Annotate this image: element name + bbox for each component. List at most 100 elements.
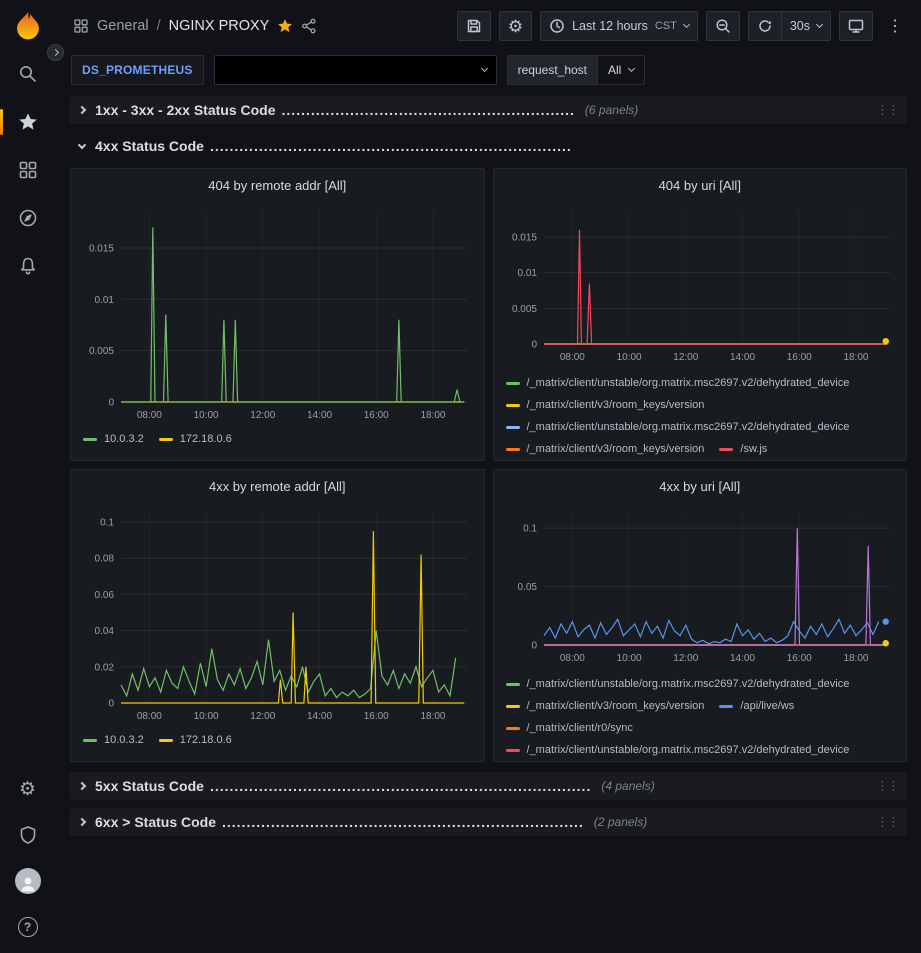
- user-profile-avatar[interactable]: [0, 865, 55, 897]
- dashboard-title[interactable]: NGINX PROXY: [169, 18, 270, 34]
- legend-swatch: [506, 683, 520, 686]
- svg-text:16:00: 16:00: [364, 711, 389, 722]
- request-host-label[interactable]: request_host: [507, 55, 598, 85]
- time-range-picker[interactable]: Last 12 hours CST: [540, 11, 698, 41]
- breadcrumb-section[interactable]: General: [97, 18, 149, 34]
- svg-text:18:00: 18:00: [420, 711, 445, 722]
- legend-item[interactable]: /api/live/ws: [719, 696, 794, 716]
- legend-item[interactable]: /_matrix/client/v3/room_keys/version: [506, 395, 705, 415]
- legend-item[interactable]: /_matrix/client/unstable/org.matrix.msc2…: [506, 740, 850, 760]
- dashboards-icon[interactable]: [0, 154, 55, 186]
- row-title-dots: ........................................…: [222, 814, 584, 830]
- legend-label: /_matrix/client/unstable/org.matrix.msc2…: [527, 678, 850, 690]
- row-title: 5xx Status Code: [95, 778, 204, 794]
- timeseries-chart[interactable]: 08:0010:0012:0014:0016:0018:0000.050.1: [502, 505, 900, 671]
- svg-text:0.01: 0.01: [95, 295, 115, 306]
- svg-text:16:00: 16:00: [786, 352, 811, 363]
- request-host-value: All: [608, 63, 621, 77]
- zoom-out-button[interactable]: [706, 11, 740, 41]
- chevron-down-icon: [481, 65, 488, 72]
- row-header-1xx-3xx-2xx[interactable]: 1xx - 3xx - 2xx Status Code ............…: [70, 96, 907, 124]
- legend-label: /sw.js: [740, 443, 767, 455]
- panel-legend: 10.0.3.2 172.18.0.6: [79, 426, 476, 449]
- favorite-star-icon[interactable]: [277, 18, 293, 34]
- row-title: 6xx > Status Code: [95, 814, 216, 830]
- panel-title[interactable]: 404 by uri [All]: [502, 174, 899, 198]
- svg-text:18:00: 18:00: [843, 653, 868, 664]
- row-drag-handle[interactable]: ⋮⋮: [876, 778, 898, 794]
- chevron-down-icon: [683, 21, 690, 28]
- row-drag-handle[interactable]: ⋮⋮: [876, 102, 898, 118]
- legend-item[interactable]: /_matrix/client/v3/room_keys/version: [506, 696, 705, 716]
- time-range-label: Last 12 hours: [572, 19, 648, 33]
- timeseries-chart[interactable]: 08:0010:0012:0014:0016:0018:0000.0050.01…: [502, 204, 900, 370]
- legend-swatch: [506, 426, 520, 429]
- sidebar-nav: ⚙ ?: [0, 0, 55, 953]
- row-drag-handle[interactable]: ⋮⋮: [876, 814, 898, 830]
- legend-label: /_matrix/client/v3/room_keys/version: [527, 399, 705, 411]
- legend-item[interactable]: 172.18.0.6: [159, 730, 232, 750]
- save-dashboard-button[interactable]: [457, 11, 491, 41]
- legend-item[interactable]: /sw.js: [719, 439, 767, 459]
- row-header-6xx[interactable]: 6xx > Status Code ......................…: [70, 808, 907, 836]
- help-icon[interactable]: ?: [0, 911, 55, 943]
- row-title: 4xx Status Code: [95, 138, 204, 154]
- panel-title[interactable]: 4xx by remote addr [All]: [79, 475, 476, 499]
- legend-item[interactable]: /_matrix/client/v3/room_keys/version: [506, 439, 705, 459]
- row-title-dots: ........................................…: [210, 138, 572, 154]
- row-header-4xx[interactable]: 4xx Status Code ........................…: [70, 132, 907, 160]
- refresh-controls: 30s: [748, 11, 831, 41]
- svg-text:0.04: 0.04: [95, 626, 115, 637]
- tv-mode-button[interactable]: [839, 11, 873, 41]
- legend-label: /_matrix/client/r0/sync: [527, 722, 633, 734]
- row-title: 1xx - 3xx - 2xx Status Code: [95, 102, 276, 118]
- row-panel-count: (4 panels): [601, 779, 654, 793]
- panel-title[interactable]: 404 by remote addr [All]: [79, 174, 476, 198]
- row-header-5xx[interactable]: 5xx Status Code ........................…: [70, 772, 907, 800]
- grafana-app: ⚙ ? General / NGINX PROXY: [0, 0, 921, 953]
- explore-compass-icon[interactable]: [0, 202, 55, 234]
- panel-title[interactable]: 4xx by uri [All]: [502, 475, 899, 499]
- legend-item[interactable]: /_matrix/client/unstable/org.matrix.msc2…: [506, 674, 850, 694]
- kebab-menu-icon[interactable]: ⋮: [881, 16, 909, 36]
- configuration-gear-icon[interactable]: ⚙: [0, 773, 55, 805]
- row-panel-count: (2 panels): [594, 815, 647, 829]
- legend-item[interactable]: /_matrix/client/unstable/org.matrix.msc2…: [506, 373, 850, 393]
- svg-text:0.015: 0.015: [89, 243, 114, 254]
- starred-icon[interactable]: [0, 106, 55, 138]
- sidebar-expand-button[interactable]: [47, 44, 64, 61]
- alerting-bell-icon[interactable]: [0, 250, 55, 282]
- svg-text:18:00: 18:00: [420, 410, 445, 421]
- dashboard-scroll-area[interactable]: 1xx - 3xx - 2xx Status Code ............…: [55, 88, 921, 953]
- request-host-select[interactable]: All: [597, 55, 645, 85]
- dashboard-settings-button[interactable]: ⚙: [499, 11, 532, 41]
- main-area: General / NGINX PROXY ⚙ Last 12 hours CS…: [55, 0, 921, 953]
- legend-swatch: [719, 448, 733, 451]
- refresh-interval-dropdown[interactable]: 30s: [781, 11, 831, 41]
- svg-text:0.015: 0.015: [511, 232, 536, 243]
- legend-label: 10.0.3.2: [104, 433, 144, 445]
- svg-text:10:00: 10:00: [194, 410, 219, 421]
- datasource-variable-label[interactable]: DS_PROMETHEUS: [71, 55, 204, 85]
- legend-item[interactable]: /_matrix/client/r0/sync: [506, 718, 633, 738]
- timeseries-chart[interactable]: 08:0010:0012:0014:0016:0018:0000.020.040…: [79, 505, 477, 727]
- svg-text:16:00: 16:00: [786, 653, 811, 664]
- legend-label: 172.18.0.6: [180, 433, 232, 445]
- datasource-select[interactable]: [214, 55, 497, 85]
- row-panel-count: (6 panels): [585, 103, 638, 117]
- legend-item[interactable]: 172.18.0.6: [159, 429, 232, 449]
- legend-item[interactable]: 10.0.3.2: [83, 429, 144, 449]
- grafana-logo[interactable]: [10, 8, 46, 44]
- server-admin-shield-icon[interactable]: [0, 819, 55, 851]
- timezone-label: CST: [655, 20, 677, 32]
- svg-text:0.01: 0.01: [517, 268, 537, 279]
- search-icon[interactable]: [0, 58, 55, 90]
- legend-item[interactable]: /_matrix/client/unstable/org.matrix.msc2…: [506, 417, 850, 437]
- refresh-button[interactable]: [748, 11, 782, 41]
- timeseries-chart[interactable]: 08:0010:0012:0014:0016:0018:0000.0050.01…: [79, 204, 477, 426]
- share-icon[interactable]: [301, 18, 317, 34]
- legend-item[interactable]: 10.0.3.2: [83, 730, 144, 750]
- dashboard-panel: 404 by uri [All] 08:0010:0012:0014:0016:…: [493, 168, 908, 461]
- svg-text:12:00: 12:00: [673, 653, 698, 664]
- legend-label: 172.18.0.6: [180, 734, 232, 746]
